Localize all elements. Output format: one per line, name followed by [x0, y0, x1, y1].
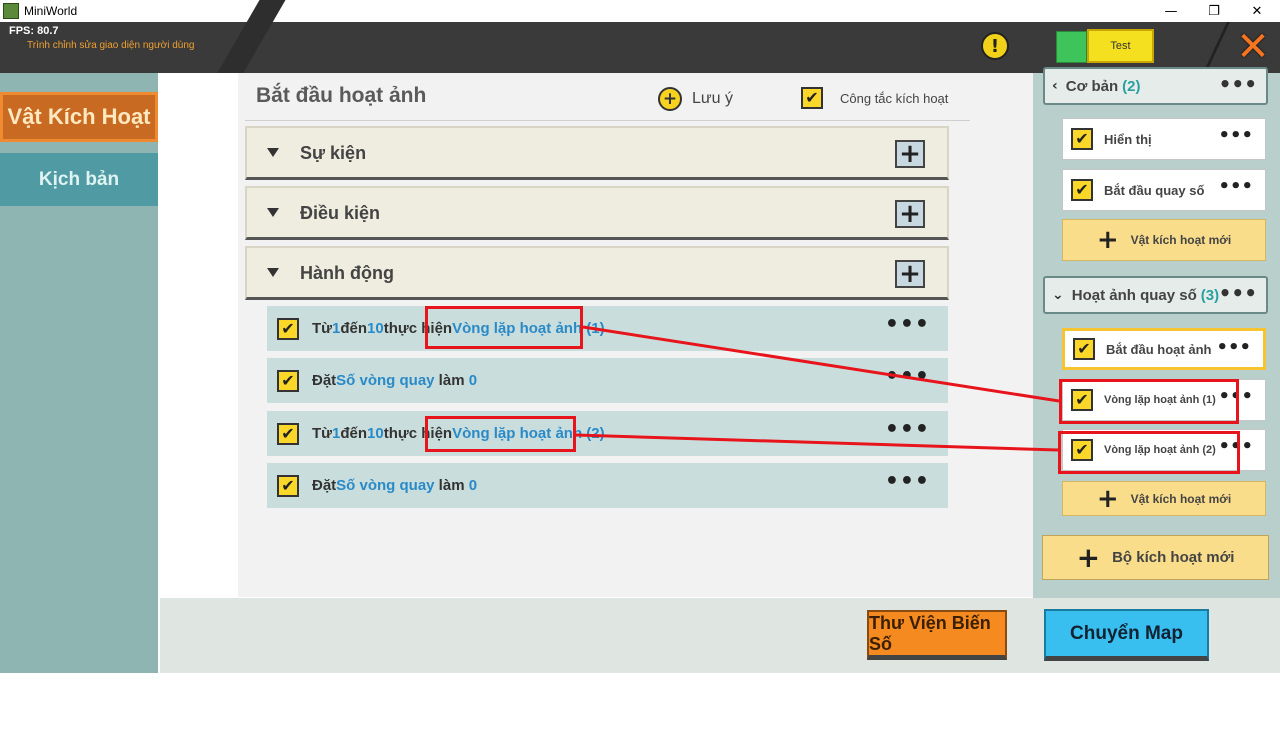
warning-icon[interactable]: ! [981, 32, 1009, 60]
close-icon[interactable]: ✕ [1234, 27, 1272, 67]
window-close-button[interactable]: ✕ [1237, 0, 1277, 22]
new-trigger-button[interactable]: + Vật kích hoạt mới [1062, 219, 1266, 261]
add-condition-button[interactable]: + [895, 200, 925, 228]
checkbox-icon[interactable]: ✔ [277, 422, 299, 445]
trigger-list-panel[interactable]: ‹ Cơ bản (2) ••• ✔ Hiển thị ••• ✔ Bắt đầ… [1033, 67, 1280, 598]
decorative-slash [1203, 22, 1230, 73]
group-count: (2) [1122, 77, 1141, 95]
window-titlebar: MiniWorld [0, 0, 1280, 22]
more-options-icon[interactable]: ••• [885, 364, 930, 389]
group-title: Hoạt ảnh quay số [1071, 286, 1197, 304]
app-icon [3, 3, 19, 19]
more-options-icon[interactable]: ••• [1219, 281, 1257, 305]
trigger-switch-label: Công tắc kích hoạt [840, 90, 949, 106]
variable-library-button[interactable]: Thư Viện Biến Số [867, 610, 1007, 660]
fps-counter: FPS: 80.7 [9, 25, 59, 37]
collapse-triangle-icon[interactable] [267, 208, 279, 217]
trigger-item[interactable]: ✔ Hiển thị ••• [1062, 118, 1266, 160]
add-event-button[interactable]: + [895, 140, 925, 168]
more-options-icon[interactable]: ••• [885, 417, 930, 442]
group-header-dial-animation[interactable]: ⌄ Hoạt ảnh quay số (3) ••• [1043, 276, 1268, 314]
group-count: (3) [1200, 286, 1220, 304]
add-note-icon: + [658, 87, 682, 111]
editor-subtitle: Trình chỉnh sửa giao diện người dùng [27, 40, 195, 51]
more-options-icon[interactable]: ••• [885, 312, 930, 337]
plus-icon: + [1076, 540, 1101, 574]
test-button[interactable]: Test [1087, 29, 1154, 63]
minimize-button[interactable]: — [1151, 0, 1191, 22]
checkbox-icon[interactable]: ✔ [1073, 338, 1095, 360]
collapse-triangle-icon[interactable] [267, 268, 279, 277]
new-trigger-label: Vật kích hoạt mới [1130, 233, 1232, 247]
left-tab-panel: Vật Kích Hoạt Kịch bản [0, 73, 158, 673]
group-header-basic[interactable]: ‹ Cơ bản (2) ••• [1043, 67, 1268, 105]
new-trigger-set-button[interactable]: + Bộ kích hoạt mới [1042, 535, 1269, 580]
trigger-switch[interactable]: ✔ Công tắc kích hoạt [801, 87, 948, 109]
trigger-item-selected[interactable]: ✔ Bắt đầu hoạt ảnh ••• [1062, 328, 1266, 370]
checkbox-icon[interactable]: ✔ [277, 474, 299, 497]
action-text: ĐặtSố vòng quay làm 0 [312, 372, 478, 389]
note-button[interactable]: + Lưu ý [658, 87, 733, 111]
maximize-button[interactable]: ❐ [1194, 0, 1234, 22]
note-label: Lưu ý [692, 90, 733, 107]
switch-map-button[interactable]: Chuyển Map [1044, 609, 1209, 661]
title-divider [245, 120, 970, 121]
group-title: Cơ bản [1065, 77, 1119, 95]
decorative-stripe [217, 22, 273, 73]
annotation-box [425, 306, 583, 349]
annotation-box [425, 416, 576, 452]
checkbox-icon[interactable]: ✔ [277, 317, 299, 340]
chevron-icon[interactable]: ‹ [1052, 78, 1058, 94]
trigger-label: Hiển thị [1104, 131, 1152, 147]
trigger-editor-panel: Bắt đầu hoạt ảnh + Lưu ý ✔ Công tắc kích… [160, 73, 1033, 597]
tab-script[interactable]: Kịch bản [0, 153, 158, 206]
checkbox-icon[interactable]: ✔ [277, 369, 299, 392]
section-label: Điều kiện [300, 203, 381, 223]
tab-trigger[interactable]: Vật Kích Hoạt [0, 92, 158, 142]
collapse-triangle-icon[interactable] [267, 148, 279, 157]
add-action-button[interactable]: + [895, 260, 925, 288]
trigger-label: Bắt đầu hoạt ảnh [1106, 341, 1212, 357]
section-conditions[interactable]: Điều kiện + [245, 186, 949, 240]
editor-topbar: FPS: 80.7 Trình chỉnh sửa giao diện ngườ… [0, 0, 1280, 73]
more-options-icon[interactable]: ••• [1218, 125, 1253, 146]
more-options-icon[interactable]: ••• [1219, 72, 1257, 96]
new-trigger-button[interactable]: + Vật kích hoạt mới [1062, 481, 1266, 516]
action-row[interactable]: ✔ ĐặtSố vòng quay làm 0 ••• [267, 463, 948, 508]
trigger-label: Bắt đầu quay số [1104, 182, 1205, 198]
new-trigger-set-label: Bộ kích hoạt mới [1112, 549, 1235, 566]
more-options-icon[interactable]: ••• [1216, 337, 1251, 358]
trigger-item[interactable]: ✔ Bắt đầu quay số ••• [1062, 169, 1266, 211]
section-actions[interactable]: Hành động + [245, 246, 949, 300]
status-indicator[interactable] [1056, 31, 1087, 63]
annotation-box [1059, 379, 1239, 424]
action-row[interactable]: ✔ ĐặtSố vòng quay làm 0 ••• [267, 358, 948, 403]
section-label: Sự kiện [300, 143, 367, 163]
more-options-icon[interactable]: ••• [1218, 176, 1253, 197]
plus-icon: + [1096, 483, 1119, 514]
section-label: Hành động [300, 263, 394, 283]
action-row[interactable]: ✔ Từ1đến10thực hiệnVòng lặp hoạt ảnh (2)… [267, 411, 948, 456]
trigger-title[interactable]: Bắt đầu hoạt ảnh [256, 84, 426, 108]
checkbox-icon[interactable]: ✔ [1071, 128, 1093, 150]
checkbox-icon[interactable]: ✔ [1071, 179, 1093, 201]
annotation-box [1058, 431, 1240, 474]
chevron-down-icon[interactable]: ⌄ [1052, 287, 1064, 303]
action-text: ĐặtSố vòng quay làm 0 [312, 477, 478, 494]
more-options-icon[interactable]: ••• [885, 469, 930, 494]
action-row[interactable]: ✔ Từ1đến10thực hiệnVòng lặp hoạt ảnh (1)… [267, 306, 948, 351]
new-trigger-label: Vật kích hoạt mới [1130, 491, 1232, 506]
checkbox-icon[interactable]: ✔ [801, 87, 823, 109]
section-events[interactable]: Sự kiện + [245, 126, 949, 180]
window-title: MiniWorld [24, 4, 78, 18]
plus-icon: + [1096, 225, 1119, 255]
